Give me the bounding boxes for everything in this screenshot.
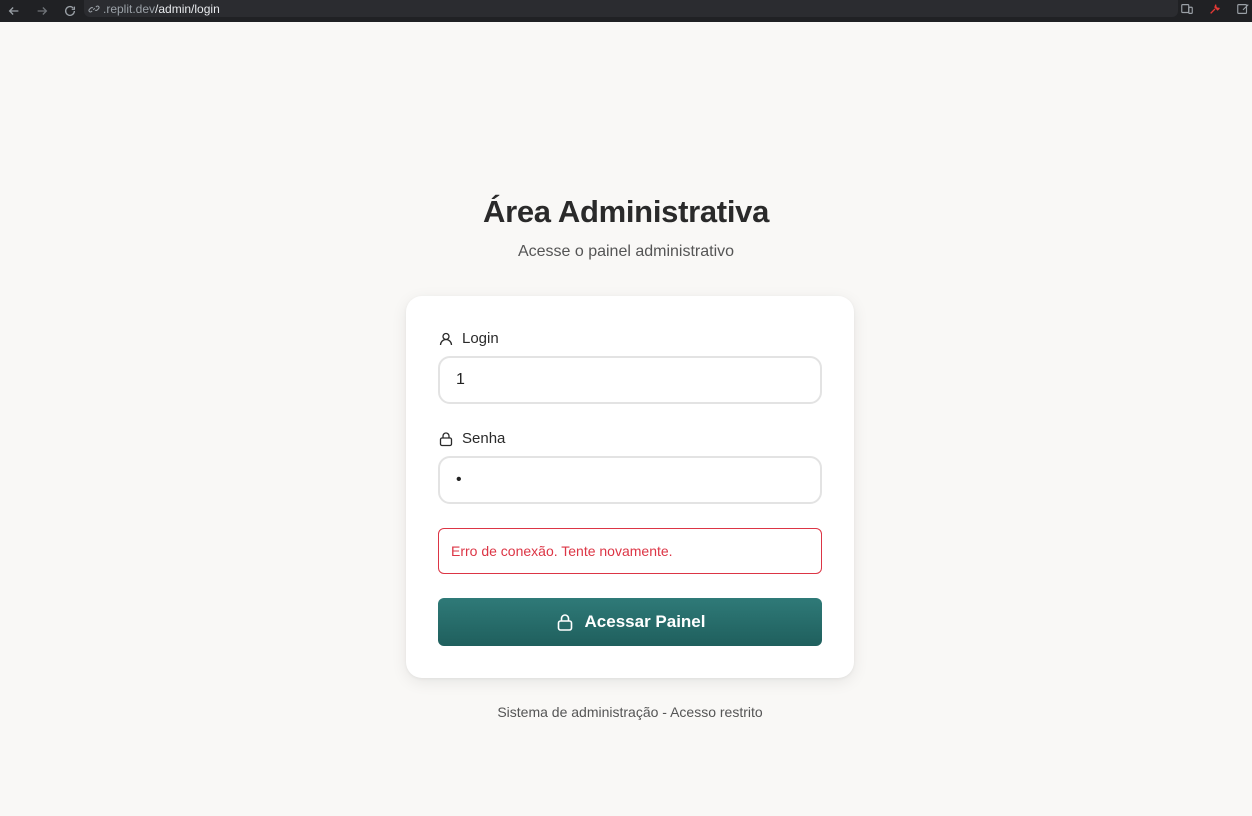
- login-card: Login Senha Erro de conexão. Tente novam…: [406, 296, 854, 678]
- login-input[interactable]: [438, 356, 822, 404]
- error-alert: Erro de conexão. Tente novamente.: [438, 528, 822, 574]
- page-subtitle: Acesse o painel administrativo: [517, 243, 735, 260]
- forward-icon[interactable]: [28, 0, 56, 22]
- password-label: Senha: [438, 430, 505, 447]
- back-icon[interactable]: [0, 0, 28, 22]
- url-path: /admin/login: [155, 1, 220, 16]
- user-icon: [439, 332, 453, 345]
- address-bar[interactable]: .replit.dev/admin/login: [84, 0, 1178, 17]
- password-input[interactable]: [438, 456, 822, 504]
- footer-text: Sistema de administração - Acesso restri…: [497, 704, 763, 720]
- url-host: .replit.dev: [103, 1, 156, 16]
- login-label-text: Login: [462, 330, 499, 347]
- reload-icon[interactable]: [56, 0, 84, 22]
- password-label-text: Senha: [462, 430, 506, 447]
- lock-icon: [557, 614, 572, 631]
- access-panel-button[interactable]: Acessar Painel: [438, 598, 822, 646]
- error-message: Erro de conexão. Tente novamente.: [451, 543, 673, 559]
- browser-toolbar: .replit.dev/admin/login: [0, 0, 1252, 22]
- access-panel-button-label: Acessar Painel: [584, 612, 706, 631]
- lock-icon: [439, 431, 453, 446]
- extension-wrench-icon[interactable]: [1208, 2, 1222, 16]
- login-label: Login: [438, 330, 499, 347]
- page-title: Área Administrativa: [482, 194, 770, 229]
- link-icon: [88, 5, 100, 12]
- edit-icon[interactable]: [1236, 2, 1250, 16]
- devices-icon[interactable]: [1180, 2, 1194, 16]
